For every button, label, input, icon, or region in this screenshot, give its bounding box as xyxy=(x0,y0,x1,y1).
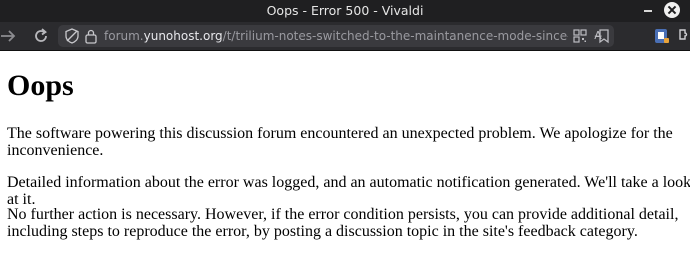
window-titlebar: Oops - Error 500 - Vivaldi xyxy=(0,0,690,22)
minimize-button[interactable] xyxy=(640,2,656,18)
error-page: Oops The software powering this discussi… xyxy=(0,51,690,266)
further-action-paragraph: No further action is necessary. However,… xyxy=(7,206,679,240)
close-window-button[interactable] xyxy=(664,2,680,18)
address-bar[interactable]: forum.yunohost.org/t/trilium-notes-switc… xyxy=(58,25,614,47)
bookmark-icon[interactable] xyxy=(596,28,612,44)
error-logged-paragraph: Detailed information about the error was… xyxy=(7,174,690,208)
url-path: /t/trilium-notes-switched-to-the-maintan… xyxy=(222,29,568,43)
url-host: yunohost.org xyxy=(143,29,223,43)
forward-arrow-icon[interactable] xyxy=(0,27,18,45)
url-prefix: forum. xyxy=(104,29,144,43)
qr-code-icon[interactable] xyxy=(572,28,588,44)
reload-icon[interactable] xyxy=(32,27,50,45)
page-heading: Oops xyxy=(7,69,74,102)
browser-toolbar: forum.yunohost.org/t/trilium-notes-switc… xyxy=(0,22,690,51)
window-title: Oops - Error 500 - Vivaldi xyxy=(266,3,424,18)
extension-icon[interactable] xyxy=(654,27,670,45)
lock-icon[interactable] xyxy=(84,28,98,44)
url-text[interactable]: forum.yunohost.org/t/trilium-notes-switc… xyxy=(104,29,568,43)
tracker-blocker-shield-icon[interactable] xyxy=(64,28,80,44)
error-message-paragraph: The software powering this discussion fo… xyxy=(7,125,673,159)
extension-puzzle-icon[interactable] xyxy=(678,27,690,45)
